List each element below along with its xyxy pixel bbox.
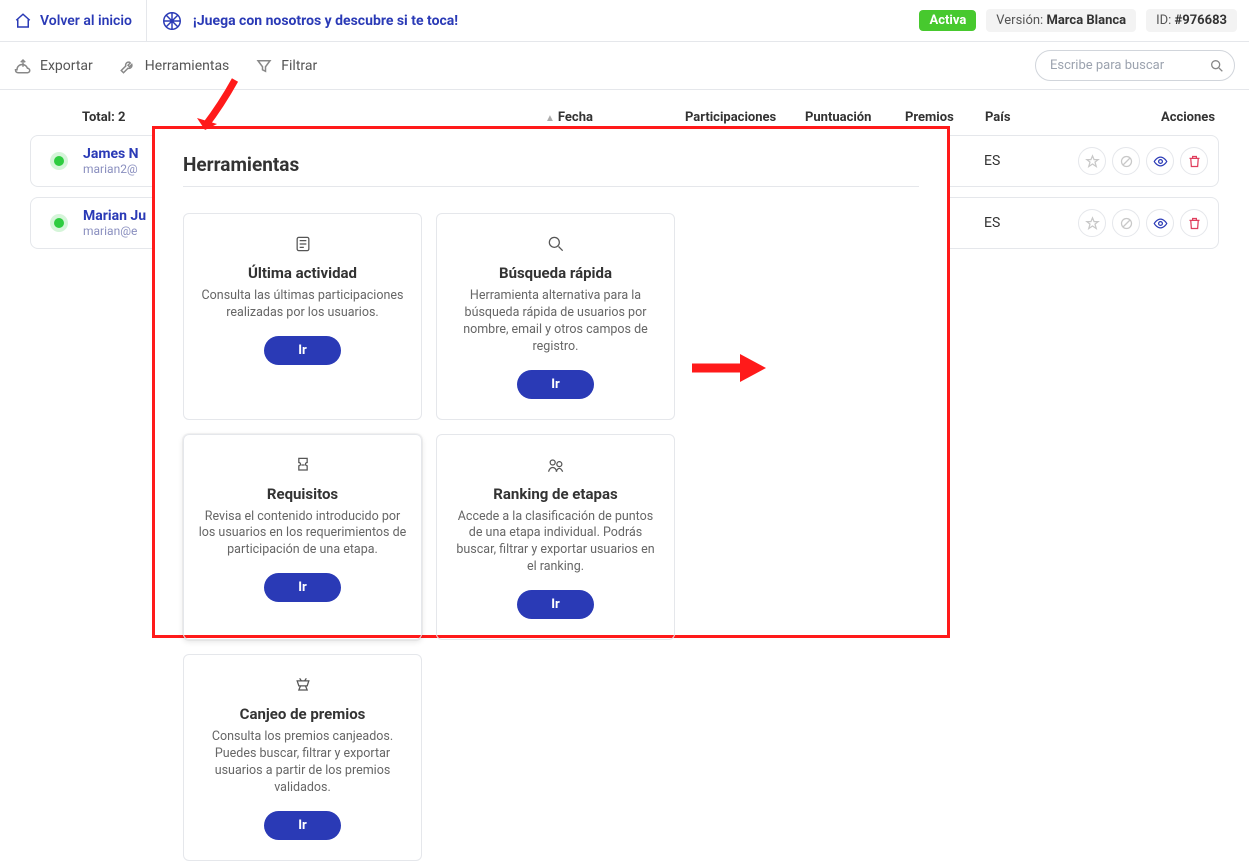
wrench-icon [119, 57, 137, 75]
home-icon [14, 12, 32, 30]
status-block: Activa Versión: Marca Blanca ID: #976683 [907, 9, 1249, 32]
card-desc: Consulta los premios canjeados. Puedes b… [198, 729, 407, 797]
prize-icon [293, 673, 313, 697]
home-label: Volver al inicio [40, 13, 132, 29]
go-button[interactable]: Ir [517, 590, 594, 619]
user-country: ES [984, 215, 1054, 231]
status-badge: Activa [919, 10, 976, 31]
page-title-block: ¡Juega con nosotros y descubre si te toc… [147, 0, 908, 41]
tool-card-requirements: Requisitos Revisa el contenido introduci… [183, 434, 422, 641]
ban-button[interactable] [1112, 209, 1140, 237]
col-score[interactable]: Puntuación [805, 110, 905, 125]
col-prizes[interactable]: Premios [905, 110, 985, 125]
go-button[interactable]: Ir [264, 811, 341, 840]
ban-button[interactable] [1112, 147, 1140, 175]
view-button[interactable] [1146, 209, 1174, 237]
card-title: Última actividad [248, 264, 357, 282]
filter-label: Filtrar [281, 58, 317, 74]
go-button[interactable]: Ir [264, 573, 341, 602]
toolbar: Exportar Herramientas Filtrar [0, 42, 1249, 90]
card-desc: Revisa el contenido introducido por los … [198, 509, 407, 560]
col-date[interactable]: ▲Fecha [545, 110, 685, 125]
tool-card-prizes: Canjeo de premios Consulta los premios c… [183, 654, 422, 861]
activity-icon [293, 232, 313, 256]
col-country: País [985, 110, 1055, 125]
wheel-icon [161, 10, 183, 32]
top-bar: Volver al inicio ¡Juega con nosotros y d… [0, 0, 1249, 42]
tool-card-ranking: Ranking de etapas Accede a la clasificac… [436, 434, 675, 641]
search-icon [1209, 58, 1225, 74]
page-title: ¡Juega con nosotros y descubre si te toc… [193, 13, 458, 29]
search-input[interactable] [1035, 50, 1235, 81]
star-button[interactable] [1078, 147, 1106, 175]
card-desc: Herramienta alternativa para la búsqueda… [451, 288, 660, 356]
view-button[interactable] [1146, 147, 1174, 175]
go-button[interactable]: Ir [517, 370, 594, 399]
status-dot [54, 218, 64, 228]
card-desc: Accede a la clasificación de puntos de u… [451, 509, 660, 577]
ticket-icon [293, 453, 313, 477]
tools-modal: Herramientas Última actividad Consulta l… [152, 126, 950, 638]
total-label: Total: 2 [82, 110, 545, 125]
filter-button[interactable]: Filtrar [255, 57, 317, 75]
tools-label: Herramientas [145, 58, 230, 74]
filter-icon [255, 57, 273, 75]
user-country: ES [984, 153, 1054, 169]
version-meta: Versión: Marca Blanca [986, 9, 1136, 32]
modal-divider [183, 186, 919, 187]
tool-card-last-activity: Última actividad Consulta las últimas pa… [183, 213, 422, 420]
tools-button[interactable]: Herramientas [119, 57, 230, 75]
card-title: Ranking de etapas [493, 485, 617, 503]
card-title: Requisitos [267, 485, 338, 503]
id-meta: ID: #976683 [1146, 9, 1237, 32]
col-participations[interactable]: Participaciones [685, 110, 805, 125]
search-icon [546, 232, 566, 256]
star-button[interactable] [1078, 209, 1106, 237]
delete-button[interactable] [1180, 209, 1208, 237]
tool-card-quick-search: Búsqueda rápida Herramienta alternativa … [436, 213, 675, 420]
col-actions: Acciones [1055, 110, 1215, 125]
export-button[interactable]: Exportar [14, 57, 93, 75]
card-desc: Consulta las últimas participaciones rea… [198, 288, 407, 322]
delete-button[interactable] [1180, 147, 1208, 175]
export-label: Exportar [40, 58, 93, 74]
card-title: Búsqueda rápida [499, 264, 612, 282]
search-wrap [1035, 50, 1235, 81]
export-icon [14, 57, 32, 75]
ranking-icon [546, 453, 566, 477]
status-dot [54, 156, 64, 166]
modal-title: Herramientas [183, 153, 919, 176]
go-button[interactable]: Ir [264, 336, 341, 365]
card-title: Canjeo de premios [240, 705, 366, 723]
home-link[interactable]: Volver al inicio [0, 0, 147, 41]
